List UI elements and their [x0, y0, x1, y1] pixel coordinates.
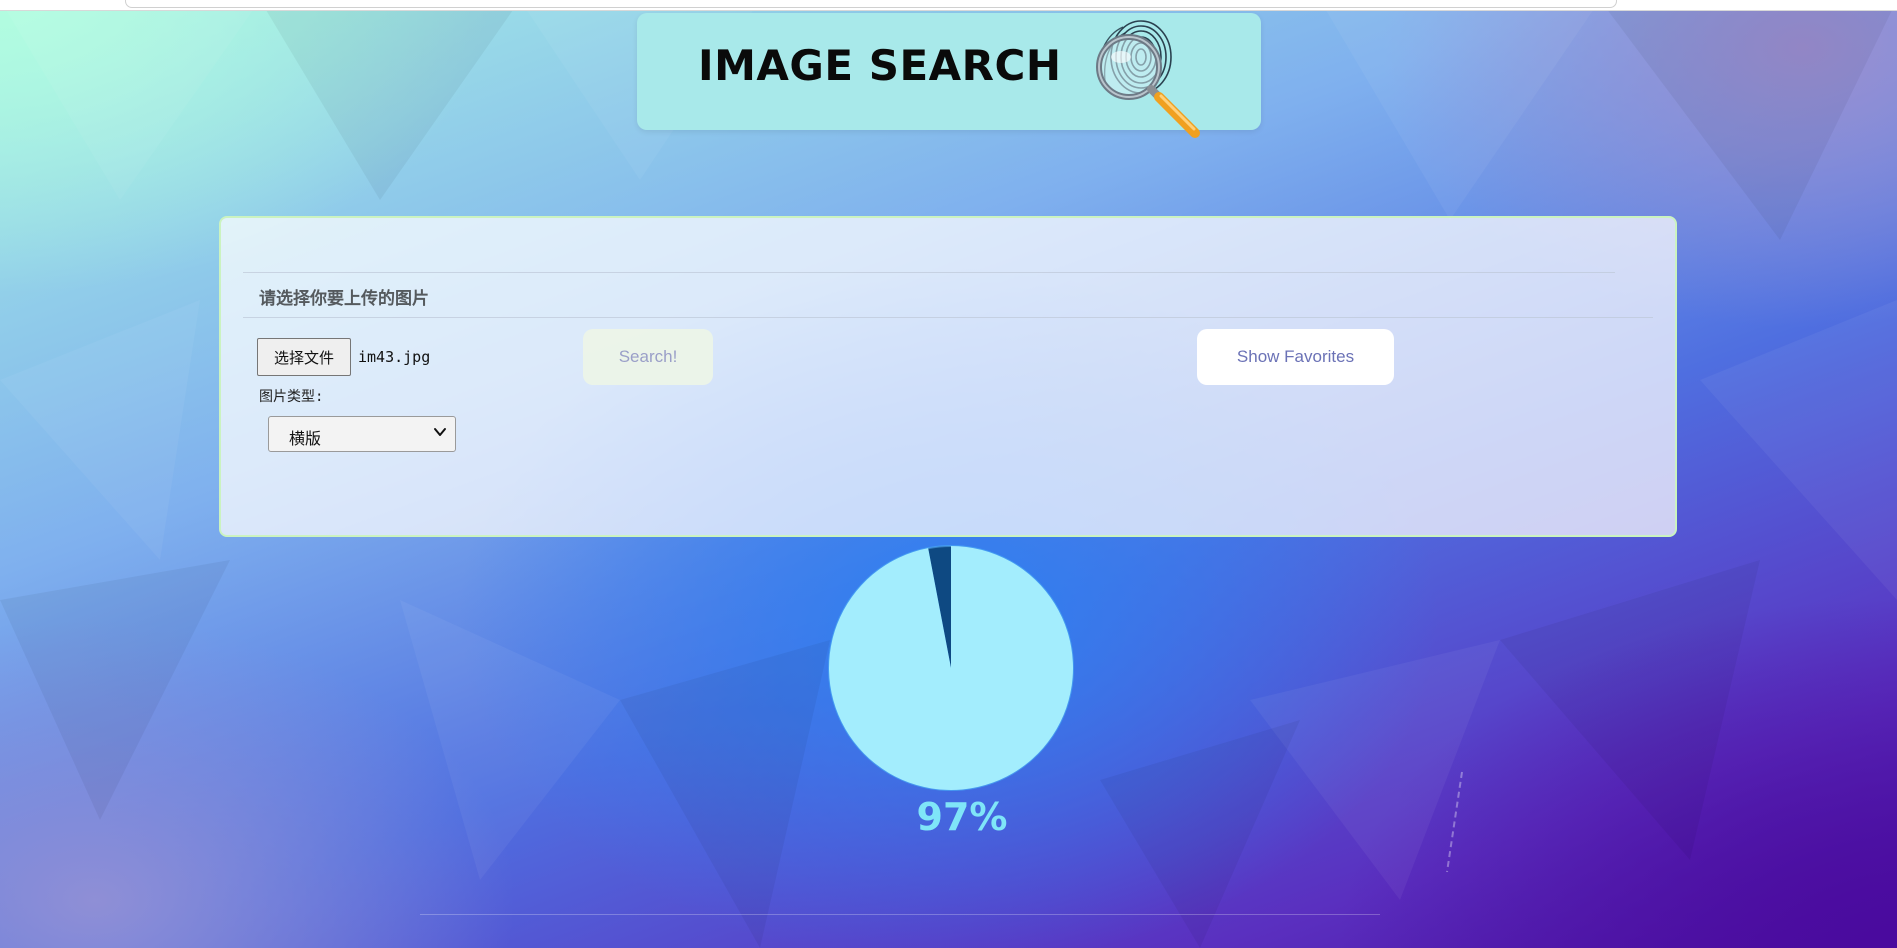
upload-panel: 请选择你要上传的图片 选择文件 im43.jpg 图片类型: 横版 Search… [219, 216, 1677, 537]
choose-file-button[interactable]: 选择文件 [257, 338, 351, 376]
fingerprint-magnifier-icon [1096, 20, 1200, 138]
divider [243, 272, 1615, 273]
browser-chrome-strip [0, 0, 1897, 11]
image-type-select[interactable]: 横版 [268, 416, 456, 452]
show-favorites-button[interactable]: Show Favorites [1197, 329, 1394, 385]
progress-fill [829, 546, 1073, 790]
divider [420, 914, 1380, 915]
page-title: IMAGE SEARCH [698, 41, 1062, 90]
image-type-label: 图片类型: [259, 389, 324, 405]
image-type-selected-value: 横版 [289, 429, 322, 448]
divider [243, 317, 1653, 318]
chevron-down-icon [434, 428, 446, 436]
header-banner: IMAGE SEARCH [637, 13, 1261, 138]
progress-percent-label: 97% [916, 795, 1008, 839]
progress-circle [828, 545, 1074, 791]
selected-file-name: im43.jpg [358, 348, 431, 366]
search-button[interactable]: Search! [583, 329, 713, 385]
address-bar[interactable] [125, 0, 1617, 8]
upload-section-label: 请选择你要上传的图片 [259, 289, 429, 309]
